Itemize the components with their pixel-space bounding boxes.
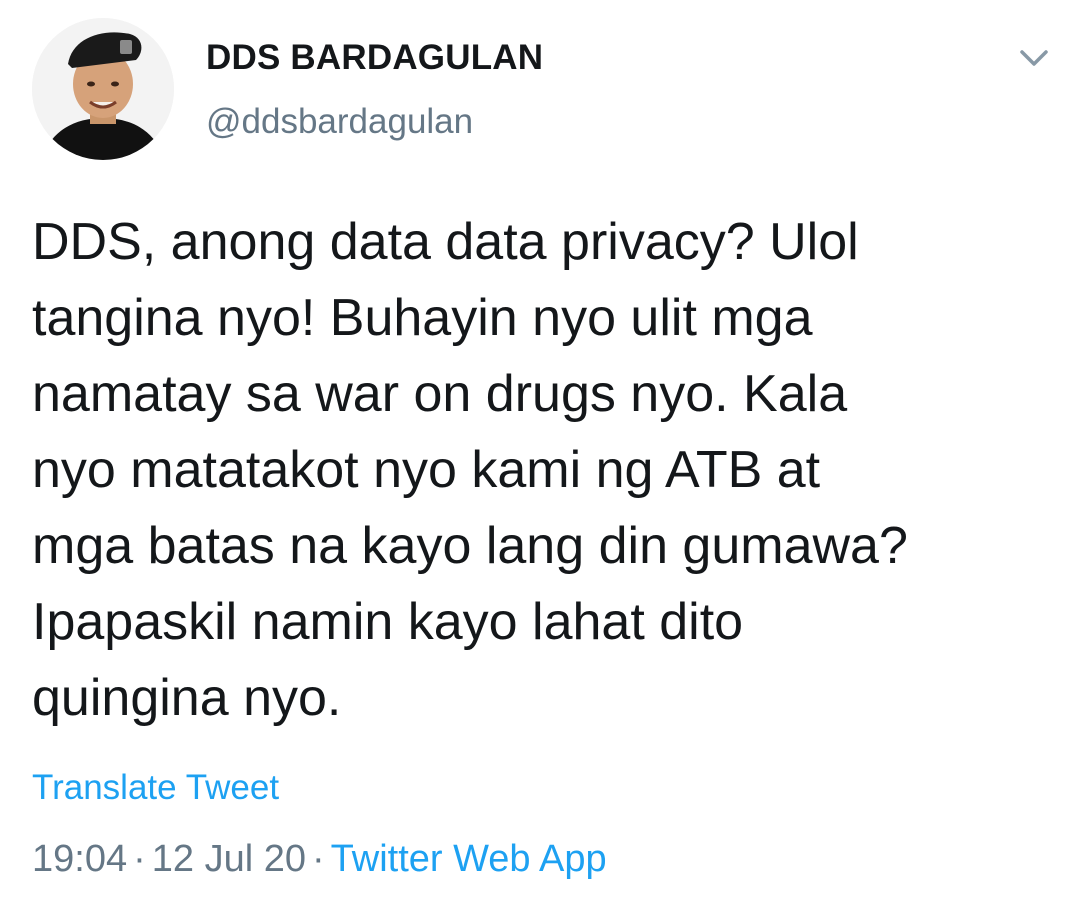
tweet-source-link[interactable]: Twitter Web App [331,838,607,880]
separator: · [311,838,325,880]
avatar[interactable] [32,18,174,160]
tweet-text: DDS, anong data data privacy? Ulol tangi… [32,213,908,727]
tweet-time: 19:04 [32,838,128,880]
tweet-meta: 19:04 · 12 Jul 20 · Twitter Web App [32,838,607,881]
tweet: DDS BARDAGULAN @ddsbardagulan DDS, anong… [0,0,1077,897]
separator: · [133,838,146,880]
translate-tweet-link[interactable]: Translate Tweet [32,768,279,808]
display-name[interactable]: DDS BARDAGULAN [206,38,543,78]
profile-photo-icon [32,18,174,160]
chevron-down-icon[interactable] [1016,44,1052,72]
tweet-date: 12 Jul 20 [151,838,306,880]
user-handle[interactable]: @ddsbardagulan [206,102,473,142]
